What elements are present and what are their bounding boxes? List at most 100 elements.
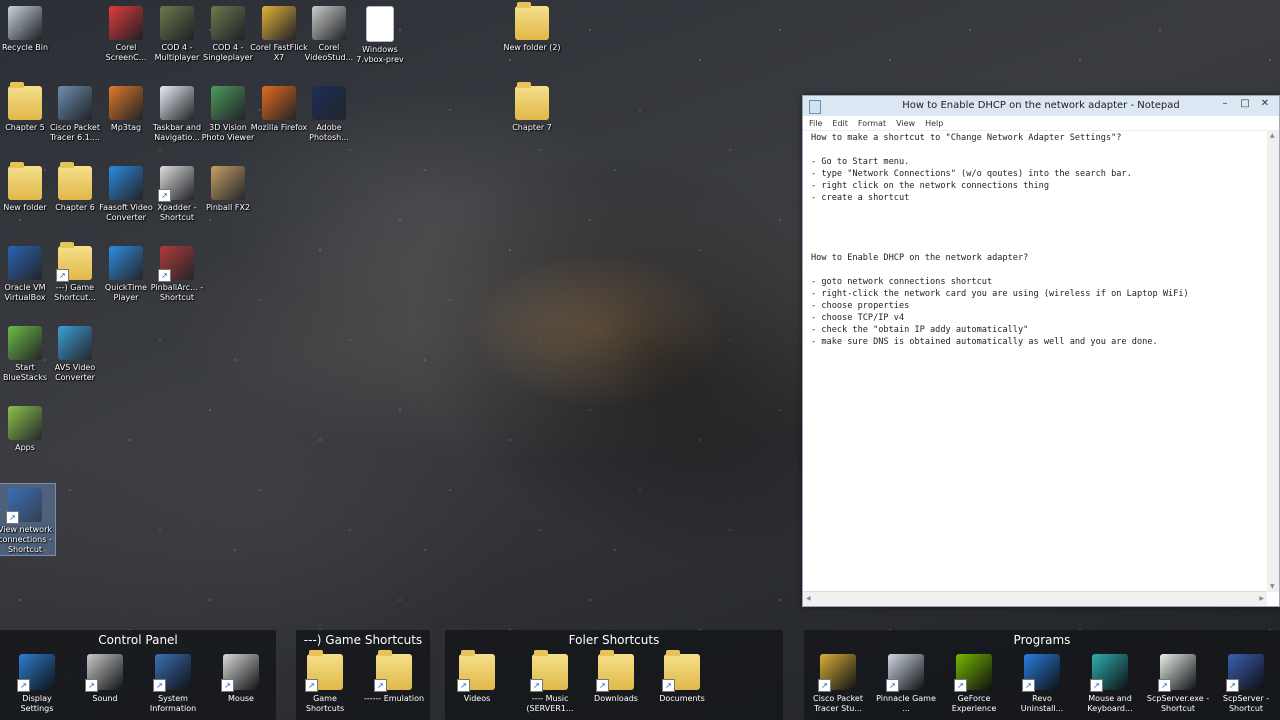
notepad-title: How to Enable DHCP on the network adapte… [902, 100, 1180, 111]
notepad-text-area[interactable]: How to make a shortcut to "Change Networ… [811, 132, 1265, 592]
fence-shortcut-label: Display Settings [20, 694, 54, 713]
desktop-icon-label: Adobe Photosh... [309, 123, 349, 142]
menu-file[interactable]: File [809, 119, 822, 128]
pinball-icon [158, 246, 194, 282]
film-icon [109, 166, 143, 200]
check-icon [109, 86, 143, 120]
fence-game-shortcuts: ---) Game Shortcuts Game Shortcuts ------ … [296, 630, 430, 720]
fence-shortcut-label: ---- Music (SERVER1... [526, 694, 574, 713]
fence-shortcut[interactable]: Documents [650, 650, 714, 704]
fence-shortcut[interactable]: ---- Music (SERVER1... [518, 650, 582, 714]
fence-shortcut[interactable]: Mouse [209, 654, 273, 704]
fence-shortcut[interactable]: Display Settings [5, 654, 69, 714]
file-icon [366, 6, 394, 42]
speaker-icon [85, 654, 123, 692]
nvidia-icon [954, 654, 992, 692]
desktop-icon[interactable]: AVS Video Converter [45, 322, 105, 383]
bluestacks-icon [8, 326, 42, 360]
fence-shortcut[interactable]: Videos [445, 650, 509, 704]
avs-icon [58, 326, 92, 360]
desktop-icon[interactable]: Recycle Bin [0, 2, 55, 53]
desktop-icon[interactable]: Apps [0, 402, 55, 453]
document-icon [160, 86, 194, 120]
fence-shortcut-label: Revo Uninstall... [1020, 694, 1064, 713]
pinball-icon [211, 166, 245, 200]
desktop-icon[interactable]: New folder (2) [502, 2, 562, 53]
horizontal-scrollbar[interactable]: ◀ ▶ [803, 591, 1267, 606]
desktop-icon[interactable]: View network connections - Shortcut [0, 483, 56, 556]
desktop-icon[interactable]: Pinball FX2 [198, 162, 258, 213]
folder-icon [8, 82, 42, 120]
close-button[interactable]: ✕ [1255, 96, 1275, 114]
desktop-icon[interactable]: PinballArc... - Shortcut [147, 242, 207, 303]
vertical-scrollbar[interactable]: ▲ ▼ [1267, 130, 1279, 592]
fence-shortcut[interactable]: Game Shortcuts [293, 650, 357, 714]
network-connections-icon [6, 488, 42, 524]
fence-shortcut[interactable]: ScpServer - Shortcut [1214, 654, 1278, 714]
fence-shortcut[interactable]: Downloads [584, 650, 648, 704]
fence-shortcut[interactable]: ------ Emulation [362, 650, 426, 704]
fence-shortcut[interactable]: Mouse and Keyboard... [1078, 654, 1142, 714]
photoshop-icon [312, 86, 346, 120]
fence-shortcut-label: ScpServer.exe - Shortcut [1146, 694, 1210, 713]
system-info-icon [153, 654, 191, 692]
notepad-menubar: File Edit Format View Help [803, 116, 1279, 131]
fence-shortcut[interactable]: ScpServer.exe - Shortcut [1146, 654, 1210, 714]
fence-shortcut[interactable]: System Information [141, 654, 205, 714]
menu-edit[interactable]: Edit [832, 119, 848, 128]
folder-icon [58, 162, 92, 200]
firefox-icon [262, 86, 296, 120]
desktop-icon[interactable]: Adobe Photosh... [299, 82, 359, 143]
desktop-icon[interactable]: Chapter 7 [502, 82, 562, 133]
recycle-bin-icon [8, 6, 42, 40]
fence-shortcut-label: Pinnacle Game ... [876, 694, 936, 713]
desktop-icon-label: Windows 7.vbox-prev [356, 45, 404, 64]
menu-help[interactable]: Help [925, 119, 943, 128]
shield-icon [1226, 654, 1264, 692]
desktop-icon-label: View network connections - Shortcut [0, 525, 52, 554]
desktop-icon[interactable]: Windows 7.vbox-prev [350, 2, 410, 65]
folder-icon [515, 2, 549, 40]
cisco-icon [818, 654, 856, 692]
fence-foler-shortcuts: Foler Shortcuts Videos ---- Music (SERVER1… [445, 630, 783, 720]
videos-folder-icon [457, 650, 495, 692]
menu-view[interactable]: View [896, 119, 915, 128]
gamepad-icon [158, 166, 194, 202]
notepad-titlebar[interactable]: How to Enable DHCP on the network adapte… [803, 96, 1279, 116]
folder-icon [8, 162, 42, 200]
folder-icon [374, 650, 412, 692]
maximize-button[interactable]: □ [1235, 96, 1255, 114]
fence-shortcut[interactable]: Pinnacle Game ... [874, 654, 938, 714]
fence-shortcut-label: Downloads [594, 694, 638, 703]
desktop-icon-label: Chapter 7 [512, 123, 552, 132]
fence-title: Control Panel [98, 633, 178, 647]
fence-shortcut[interactable]: Sound [73, 654, 137, 704]
fence-title: ---) Game Shortcuts [303, 633, 423, 647]
music-folder-icon [530, 650, 568, 692]
pinnacle-icon [886, 654, 924, 692]
app-window-icon [1158, 654, 1196, 692]
downloads-folder-icon [596, 650, 634, 692]
fence-shortcut[interactable]: GeForce Experience [942, 654, 1006, 714]
network-icon [58, 86, 92, 120]
notepad-window[interactable]: How to Enable DHCP on the network adapte… [802, 95, 1280, 607]
menu-format[interactable]: Format [858, 119, 886, 128]
star-icon [262, 6, 296, 40]
scroll-left-icon[interactable]: ◀ [806, 595, 811, 602]
desktop-icon-label: PinballArc... - Shortcut [150, 283, 204, 302]
folder-icon [515, 82, 549, 120]
scroll-down-icon[interactable]: ▼ [1270, 583, 1275, 590]
revo-icon [1022, 654, 1060, 692]
fence-shortcut[interactable]: Cisco Packet Tracer Stu... [806, 654, 870, 714]
fence-title: Foler Shortcuts [568, 633, 660, 647]
mouse-icon [221, 654, 259, 692]
scroll-up-icon[interactable]: ▲ [1270, 132, 1275, 139]
desktop-icon-label: Pinball FX2 [205, 203, 251, 212]
folder-icon [305, 650, 343, 692]
folder-icon [56, 242, 92, 282]
fence-shortcut[interactable]: Revo Uninstall... [1010, 654, 1074, 714]
fence-programs: Programs Cisco Packet Tracer Stu... Pinnac… [804, 630, 1280, 720]
virtualbox-icon [8, 246, 42, 280]
scroll-right-icon[interactable]: ▶ [1259, 595, 1264, 602]
minimize-button[interactable]: – [1215, 96, 1235, 114]
